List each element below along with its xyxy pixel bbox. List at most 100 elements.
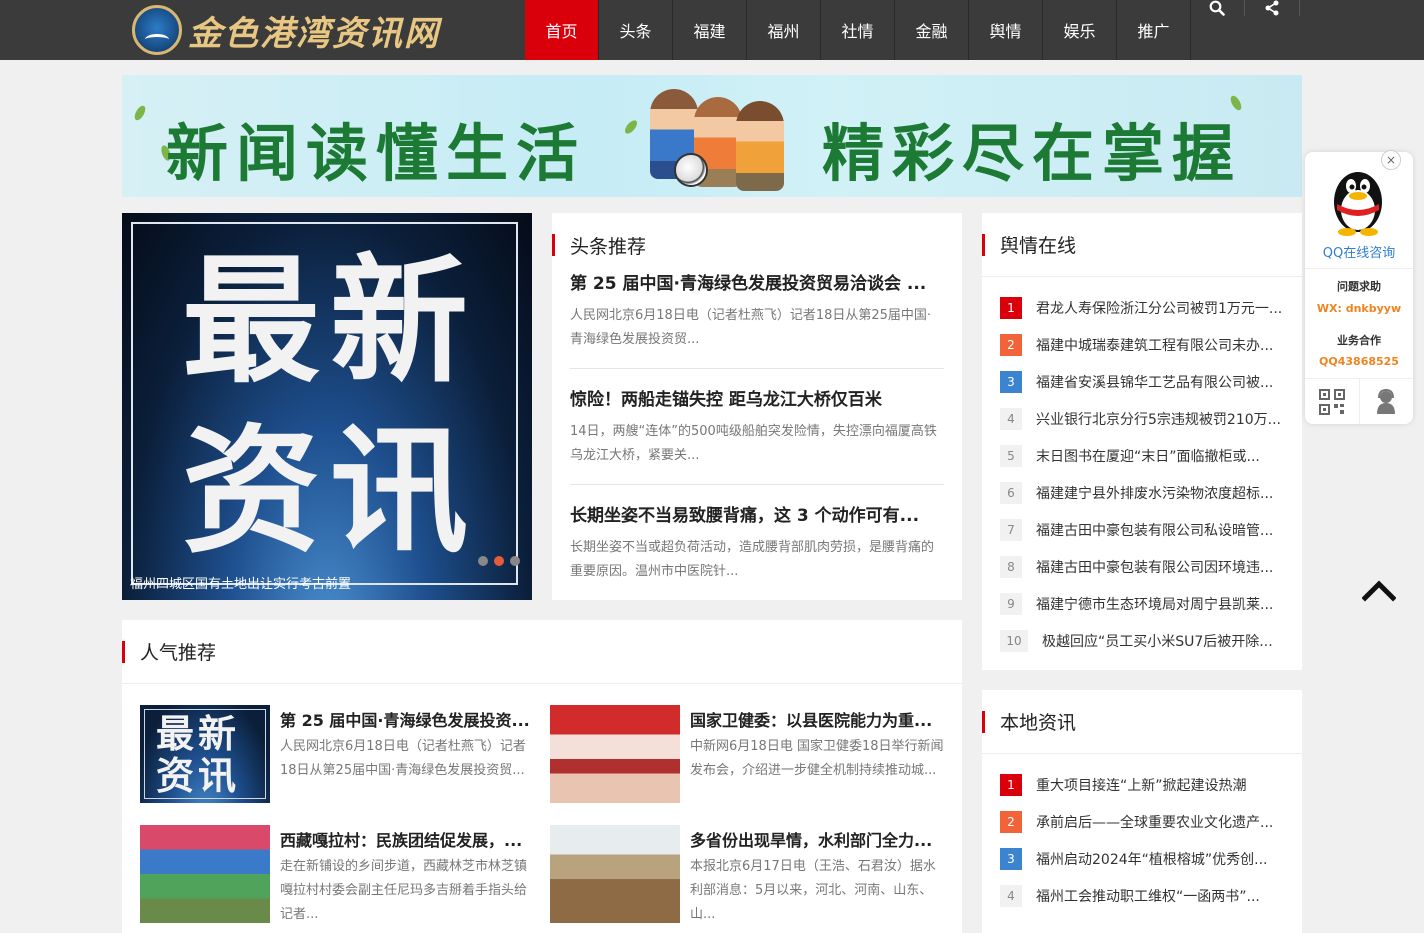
news-thumbnail[interactable]: 最新资讯 — [140, 705, 270, 803]
local-news-panel: 本地资讯 1 重大项目接连“上新”掀起建设热潮 2 承前启后——全球重要农业文化遗产… — [982, 690, 1302, 933]
share-icon[interactable] — [1245, 0, 1300, 16]
popular-item-desc: 走在新铺设的乡间步道，西藏林芝市林芝镇嘎拉村村委会副主任尼玛多吉掰着手指头给记者… — [280, 859, 528, 922]
site-logo[interactable]: 金色港湾资讯网 — [132, 5, 440, 55]
list-item[interactable]: 国家卫健委：以县医院能力为重... 中新网6月18日电 国家卫健委18日举行新闻… — [550, 705, 944, 805]
list-item-title[interactable]: 极越回应“员工买小米SU7后被开除... — [1042, 631, 1273, 651]
list-item-title[interactable]: 福建建宁县外排废水污染物浓度超标... — [1036, 483, 1273, 503]
cartoon-kid-illustration — [736, 101, 784, 191]
list-item[interactable]: 4 福州工会推动职工维权“一函两书”... — [1000, 877, 1284, 914]
popular-item-title[interactable]: 西藏嘎拉村：民族团结促发展，... — [280, 827, 534, 851]
divider — [1305, 268, 1413, 269]
list-item-title[interactable]: 福建古田中豪包装有限公司因环境违... — [1036, 557, 1273, 577]
list-item-title[interactable]: 福州启动2024年“植根榕城”优秀创... — [1036, 849, 1268, 869]
banner-slogan-right: 精彩尽在掌握 — [822, 117, 1243, 190]
list-item[interactable]: 8 福建古田中豪包装有限公司因环境违... — [1000, 548, 1284, 585]
qr-code-icon[interactable] — [1305, 379, 1360, 424]
rank-badge: 5 — [1000, 444, 1022, 467]
list-item[interactable]: 4 兴业银行北京分行5宗违规被罚210万... — [1000, 400, 1284, 437]
headline-item[interactable]: 长期坐姿不当易致腰背痛，这 3 个动作可有... 长期坐姿不当或超负荷活动，造成… — [552, 501, 962, 584]
qq-online-consult-link[interactable]: QQ在线咨询 — [1305, 242, 1413, 261]
nav-item-headlines[interactable]: 头条 — [599, 0, 673, 60]
list-item[interactable]: 1 君龙人寿保险浙江分公司被罚1万元一... — [1000, 289, 1284, 326]
headline-title[interactable]: 长期坐姿不当易致腰背痛，这 3 个动作可有... — [570, 501, 944, 526]
news-thumbnail[interactable] — [140, 825, 270, 923]
nav-item-society[interactable]: 社情 — [821, 0, 895, 60]
list-item-title[interactable]: 承前启后——全球重要农业文化遗产... — [1036, 812, 1273, 832]
qq-penguin-icon[interactable] — [1327, 164, 1389, 236]
customer-service-icon[interactable] — [1360, 379, 1414, 424]
popular-item-title[interactable]: 多省份出现旱情，水利部门全力... — [690, 827, 944, 851]
panel-header: 舆情在线 — [982, 213, 1302, 277]
list-item-title[interactable]: 重大项目接连“上新”掀起建设热潮 — [1036, 775, 1247, 795]
popular-item-desc: 中新网6月18日电 国家卫健委18日举行新闻发布会，介绍进一步健全机制持续推动城… — [690, 739, 944, 778]
list-item-title[interactable]: 福建省安溪县锦华工艺品有限公司被... — [1036, 372, 1273, 392]
slider-dot-active[interactable] — [494, 556, 504, 566]
wechat-id[interactable]: WX: dnkbyyw — [1305, 302, 1413, 315]
list-item-title[interactable]: 末日图书在厦迎“末日”面临撤柜或... — [1036, 446, 1260, 466]
leaf-decoration — [622, 118, 640, 136]
nav-item-fuzhou[interactable]: 福州 — [747, 0, 821, 60]
slider-headline-line2: 资讯 — [182, 411, 479, 572]
headline-title[interactable]: 惊险！两船走锚失控 距乌龙江大桥仅百米 — [570, 385, 944, 410]
list-item[interactable]: 1 重大项目接连“上新”掀起建设热潮 — [1000, 766, 1284, 803]
nav-item-promotion[interactable]: 推广 — [1117, 0, 1191, 60]
nav-item-home[interactable]: 首页 — [525, 0, 599, 60]
news-thumbnail[interactable] — [550, 705, 680, 803]
list-item[interactable]: 西藏嘎拉村：民族团结促发展，... 走在新铺设的乡间步道，西藏林芝市林芝镇嘎拉村… — [140, 825, 534, 925]
accent-bar — [122, 640, 125, 663]
headline-desc: 14日，两艘“连体”的500吨级船舶突发险情，失控漂向福厦高铁乌龙江大桥，紧要关… — [570, 424, 937, 463]
list-item[interactable]: 2 承前启后——全球重要农业文化遗产... — [1000, 803, 1284, 840]
rank-badge: 4 — [1000, 884, 1022, 907]
news-thumbnail[interactable] — [550, 825, 680, 923]
rank-badge: 9 — [1000, 592, 1022, 615]
site-header: 金色港湾资讯网 首页 头条 福建 福州 社情 金融 舆情 娱乐 推广 — [0, 0, 1424, 60]
thumbnail-text: 最新资讯 — [156, 712, 241, 798]
headline-desc: 人民网北京6月18日电（记者杜燕飞）记者18日从第25届中国·青海绿色发展投资贸… — [570, 308, 932, 347]
list-item-title[interactable]: 福建中城瑞泰建筑工程有限公司未办... — [1036, 335, 1273, 355]
popular-item-title[interactable]: 第 25 届中国·青海绿色发展投资... — [280, 707, 534, 731]
nav-item-fujian[interactable]: 福建 — [673, 0, 747, 60]
list-item[interactable]: 9 福建宁德市生态环境局对周宁县凯莱... — [1000, 585, 1284, 622]
nav-item-entertainment[interactable]: 娱乐 — [1043, 0, 1117, 60]
popular-item-title[interactable]: 国家卫健委：以县医院能力为重... — [690, 707, 944, 731]
banner-slogan-left: 新闻读懂生活 — [166, 117, 587, 190]
list-item[interactable]: 3 福州启动2024年“植根榕城”优秀创... — [1000, 840, 1284, 877]
list-item[interactable]: 5 末日图书在厦迎“末日”面临撤柜或... — [1000, 437, 1284, 474]
list-item[interactable]: 2 福建中城瑞泰建筑工程有限公司未办... — [1000, 326, 1284, 363]
list-item[interactable]: 多省份出现旱情，水利部门全力... 本报北京6月17日电（王浩、石君汝）据水利部… — [550, 825, 944, 925]
slider-caption[interactable]: 福州四城区国有土地出让实行考古前置 — [130, 573, 351, 592]
rank-badge: 1 — [1000, 296, 1022, 319]
list-item-title[interactable]: 福建古田中豪包装有限公司私设暗管... — [1036, 520, 1273, 540]
business-label: 业务合作 — [1337, 334, 1381, 347]
list-item[interactable]: 6 福建建宁县外排废水污染物浓度超标... — [1000, 474, 1284, 511]
headline-title[interactable]: 第 25 届中国·青海绿色发展投资贸易洽谈会 ... — [570, 269, 944, 294]
divider — [570, 368, 944, 369]
list-item[interactable]: 最新资讯 第 25 届中国·青海绿色发展投资... 人民网北京6月18日电（记者… — [140, 705, 534, 805]
list-item[interactable]: 3 福建省安溪县锦华工艺品有限公司被... — [1000, 363, 1284, 400]
accent-bar — [982, 710, 985, 733]
headline-item[interactable]: 惊险！两船走锚失控 距乌龙江大桥仅百米 14日，两艘“连体”的500吨级船舶突发… — [552, 385, 962, 468]
back-to-top-icon[interactable] — [1362, 578, 1396, 602]
list-item-title[interactable]: 君龙人寿保险浙江分公司被罚1万元一... — [1036, 298, 1282, 318]
rank-badge: 7 — [1000, 518, 1022, 541]
popular-title: 人气推荐 — [140, 642, 217, 664]
nav-item-opinion[interactable]: 舆情 — [969, 0, 1043, 60]
opinion-panel: 舆情在线 1 君龙人寿保险浙江分公司被罚1万元一... 2 福建中城瑞泰建筑工程有限… — [982, 213, 1302, 670]
list-item-title[interactable]: 福州工会推动职工维权“一函两书”... — [1036, 886, 1260, 906]
list-item-title[interactable]: 福建宁德市生态环境局对周宁县凯莱... — [1036, 594, 1273, 614]
rank-badge: 8 — [1000, 555, 1022, 578]
slider-dot[interactable] — [478, 556, 488, 566]
list-item[interactable]: 10 极越回应“员工买小米SU7后被开除... — [1000, 622, 1284, 659]
search-icon[interactable] — [1190, 0, 1245, 16]
slider-dot[interactable] — [510, 556, 520, 566]
list-item-title[interactable]: 兴业银行北京分行5宗违规被罚210万... — [1036, 409, 1281, 429]
headline-item[interactable]: 第 25 届中国·青海绿色发展投资贸易洽谈会 ... 人民网北京6月18日电（记… — [552, 269, 962, 352]
image-slider[interactable]: 最新 资讯 福州四城区国有土地出让实行考古前置 — [122, 213, 532, 600]
top-banner[interactable]: 新闻读懂生活 精彩尽在掌握 — [122, 75, 1302, 197]
headlines-panel: 头条推荐 第 25 届中国·青海绿色发展投资贸易洽谈会 ... 人民网北京6月1… — [552, 213, 962, 600]
popular-item-desc: 本报北京6月17日电（王浩、石君汝）据水利部消息：5月以来，河北、河南、山东、山… — [690, 859, 936, 922]
list-item[interactable]: 7 福建古田中豪包装有限公司私设暗管... — [1000, 511, 1284, 548]
accent-bar — [982, 233, 985, 256]
nav-item-finance[interactable]: 金融 — [895, 0, 969, 60]
qq-number[interactable]: QQ43868525 — [1305, 355, 1413, 368]
